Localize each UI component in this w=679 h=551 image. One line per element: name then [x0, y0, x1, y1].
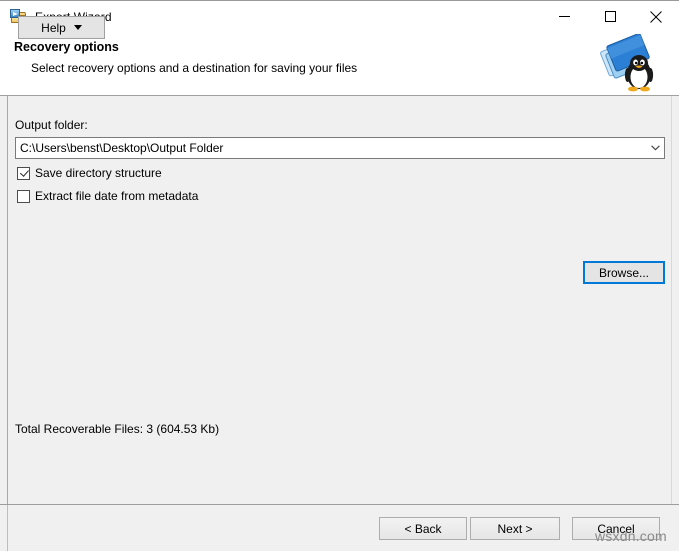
- wizard-header: Recovery options Select recovery options…: [0, 32, 679, 96]
- window-controls: [541, 1, 679, 32]
- help-button[interactable]: Help: [18, 16, 105, 39]
- maximize-icon[interactable]: [587, 1, 633, 32]
- caret-down-icon: [73, 25, 82, 30]
- checkbox-save-directory-structure[interactable]: Save directory structure: [17, 165, 162, 181]
- blue-folders-with-penguin-icon: [600, 34, 654, 92]
- minimize-icon[interactable]: [541, 1, 587, 32]
- panel-right-edge: [671, 96, 672, 504]
- watermark: wsxdn.com: [595, 528, 667, 544]
- output-folder-combobox[interactable]: C:\Users\benst\Desktop\Output Folder: [15, 137, 665, 159]
- browse-button[interactable]: Browse...: [583, 261, 665, 284]
- footer-left-edge: [7, 505, 8, 551]
- output-folder-label: Output folder:: [15, 118, 88, 132]
- checkbox-label: Save directory structure: [35, 166, 162, 180]
- total-recoverable-files-status: Total Recoverable Files: 3 (604.53 Kb): [15, 422, 220, 436]
- close-icon[interactable]: [633, 1, 679, 32]
- back-button[interactable]: < Back: [379, 517, 467, 540]
- export-wizard-window: Export Wizard Recovery options Select re…: [0, 0, 679, 551]
- wizard-body: Output folder: C:\Users\benst\Desktop\Ou…: [0, 96, 679, 504]
- checkbox-label: Extract file date from metadata: [35, 189, 199, 203]
- checkbox-box[interactable]: [17, 189, 30, 203]
- help-button-label: Help: [41, 20, 66, 35]
- next-button[interactable]: Next >: [470, 517, 560, 540]
- checkbox-box[interactable]: [17, 166, 30, 180]
- chevron-down-icon[interactable]: [647, 138, 664, 158]
- output-folder-input[interactable]: C:\Users\benst\Desktop\Output Folder: [16, 141, 647, 155]
- checkbox-extract-file-date[interactable]: Extract file date from metadata: [17, 188, 198, 204]
- panel-left-edge: [7, 96, 8, 504]
- page-subtitle: Select recovery options and a destinatio…: [31, 61, 358, 75]
- page-title: Recovery options: [14, 40, 119, 54]
